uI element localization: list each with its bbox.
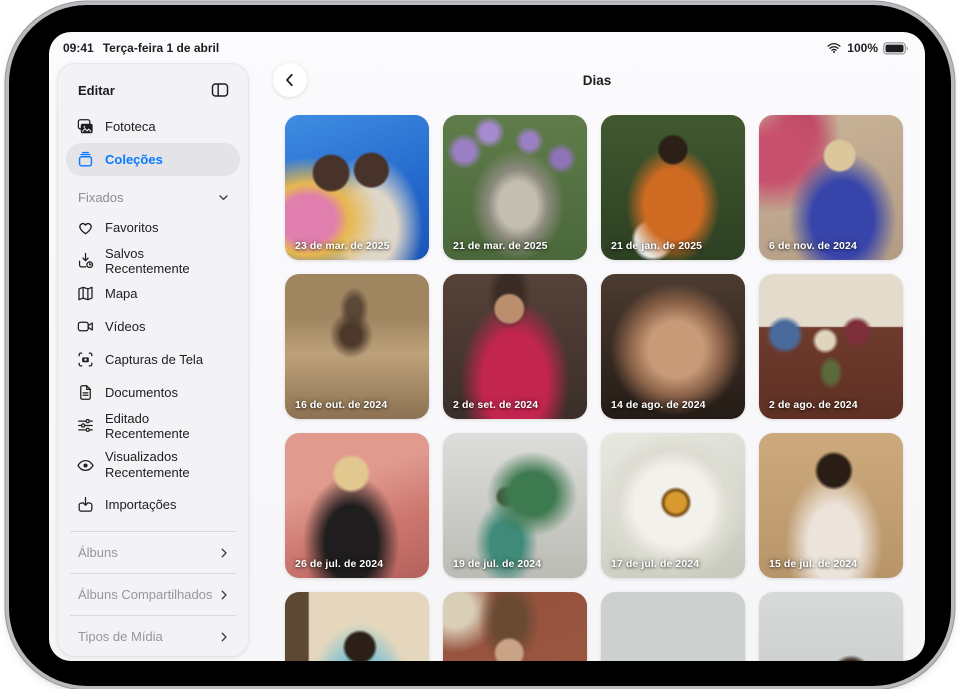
- sidebar-section-albuns[interactable]: Álbuns: [66, 532, 240, 573]
- photo-tile[interactable]: [759, 592, 903, 661]
- screenshot-icon: [76, 350, 95, 369]
- section-label: Álbuns: [78, 545, 118, 560]
- photo-date-label: 16 de out. de 2024: [295, 399, 387, 411]
- photo-date-label: 26 de jul. de 2024: [295, 558, 383, 570]
- sidebar-item-fototeca[interactable]: Fototeca: [66, 110, 240, 143]
- status-date: Terça-feira 1 de abril: [103, 41, 220, 55]
- photo-tile[interactable]: 15 de jul. de 2024: [759, 433, 903, 578]
- photo-date-label: 23 de mar. de 2025: [295, 240, 390, 252]
- collections-stack-icon: [76, 150, 95, 169]
- sidebar-section-tipos-de-midia[interactable]: Tipos de Mídia: [66, 616, 240, 657]
- battery-percent: 100%: [847, 41, 878, 55]
- status-time: 09:41: [63, 41, 94, 55]
- section-label: Tipos de Mídia: [78, 629, 163, 644]
- sidebar: Editar: [57, 63, 249, 657]
- import-icon: [76, 495, 95, 514]
- status-bar: 09:41 Terça-feira 1 de abril 100%: [49, 32, 925, 58]
- photo-date-label: 2 de ago. de 2024: [769, 399, 858, 411]
- photo-date-label: 21 de jan. de 2025: [611, 240, 702, 252]
- photo-grid: 23 de mar. de 2025 21 de mar. de 2025 21 d…: [285, 115, 909, 661]
- edit-button[interactable]: Editar: [78, 83, 115, 98]
- photo-date-label: 2 de set. de 2024: [453, 399, 538, 411]
- sidebar-item-label: Documentos: [105, 385, 178, 400]
- chevron-right-icon: [218, 631, 230, 643]
- sidebar-header: Editar: [66, 72, 240, 110]
- ipad-device-frame: 09:41 Terça-feira 1 de abril 100%: [9, 5, 951, 686]
- sidebar-item-label: Fototeca: [105, 119, 156, 134]
- photo-tile[interactable]: 26 de jul. de 2024: [285, 433, 429, 578]
- photo-tile[interactable]: 2 de ago. de 2024: [759, 274, 903, 419]
- sidebar-item-mapa[interactable]: Mapa: [66, 277, 240, 310]
- photo-library-icon: [76, 117, 95, 136]
- sidebar-item-videos[interactable]: Vídeos: [66, 310, 240, 343]
- photo-date-label: 6 de nov. de 2024: [769, 240, 857, 252]
- photo-tile[interactable]: 21 de jan. de 2025: [601, 115, 745, 260]
- sidebar-item-documentos[interactable]: Documentos: [66, 376, 240, 409]
- photo-date-label: 21 de mar. de 2025: [453, 240, 548, 252]
- sidebar-section-albuns-compartilhados[interactable]: Álbuns Compartilhados: [66, 574, 240, 615]
- photo-tile[interactable]: [443, 592, 587, 661]
- sidebar-item-label: Editado Recentemente: [105, 411, 230, 441]
- photo-date-label: 17 de jul. de 2024: [611, 558, 699, 570]
- chevron-right-icon: [218, 589, 230, 601]
- map-icon: [76, 284, 95, 303]
- photo-tile[interactable]: 6 de nov. de 2024: [759, 115, 903, 260]
- chevron-down-icon: [217, 191, 230, 204]
- sliders-icon: [76, 416, 95, 435]
- sidebar-item-favoritos[interactable]: Favoritos: [66, 211, 240, 244]
- sidebar-item-label: Importações: [105, 497, 177, 512]
- wifi-icon: [826, 40, 842, 56]
- sidebar-item-visualizados-recentemente[interactable]: Visualizados Recentemente: [66, 442, 240, 488]
- sidebar-item-label: Visualizados Recentemente: [105, 449, 223, 482]
- photo-date-label: 14 de ago. de 2024: [611, 399, 706, 411]
- photo-date-label: 15 de jul. de 2024: [769, 558, 857, 570]
- sidebar-item-editado-recentemente[interactable]: Editado Recentemente: [66, 409, 240, 442]
- sidebar-toggle-icon[interactable]: [208, 78, 232, 102]
- sidebar-item-colecoes[interactable]: Coleções: [66, 143, 240, 176]
- photo-tile[interactable]: [285, 592, 429, 661]
- sidebar-item-importacoes[interactable]: Importações: [66, 488, 240, 521]
- saved-recently-icon: [76, 251, 95, 270]
- page-title: Dias: [285, 73, 909, 88]
- document-icon: [76, 383, 95, 402]
- photo-tile[interactable]: 16 de out. de 2024: [285, 274, 429, 419]
- page: 09:41 Terça-feira 1 de abril 100%: [0, 0, 960, 689]
- battery-icon: [883, 42, 909, 55]
- photo-tile[interactable]: 23 de mar. de 2025: [285, 115, 429, 260]
- sidebar-item-label: Mapa: [105, 286, 138, 301]
- sidebar-item-salvos-recentemente[interactable]: Salvos Recentemente: [66, 244, 240, 277]
- chevron-right-icon: [218, 547, 230, 559]
- photo-tile[interactable]: 19 de jul. de 2024: [443, 433, 587, 578]
- sidebar-item-label: Favoritos: [105, 220, 158, 235]
- photo-tile[interactable]: 21 de mar. de 2025: [443, 115, 587, 260]
- photo-date-label: 19 de jul. de 2024: [453, 558, 541, 570]
- heart-icon: [76, 218, 95, 237]
- sidebar-item-label: Coleções: [105, 152, 163, 167]
- eye-icon: [76, 456, 95, 475]
- photo-tile[interactable]: 17 de jul. de 2024: [601, 433, 745, 578]
- photo-tile[interactable]: [601, 592, 745, 661]
- sidebar-item-capturas-de-tela[interactable]: Capturas de Tela: [66, 343, 240, 376]
- section-header-label: Fixados: [78, 190, 124, 205]
- sidebar-item-label: Capturas de Tela: [105, 352, 203, 367]
- screen: 09:41 Terça-feira 1 de abril 100%: [49, 32, 925, 661]
- photo-tile[interactable]: 14 de ago. de 2024: [601, 274, 745, 419]
- sidebar-section-fixados[interactable]: Fixados: [66, 176, 240, 211]
- video-icon: [76, 317, 95, 336]
- photo-tile[interactable]: 2 de set. de 2024: [443, 274, 587, 419]
- sidebar-bottom-sections: Álbuns Álbuns Compartilhados: [66, 531, 240, 657]
- section-label: Álbuns Compartilhados: [78, 587, 212, 602]
- sidebar-item-label: Salvos Recentemente: [105, 246, 230, 276]
- sidebar-item-label: Vídeos: [105, 319, 145, 334]
